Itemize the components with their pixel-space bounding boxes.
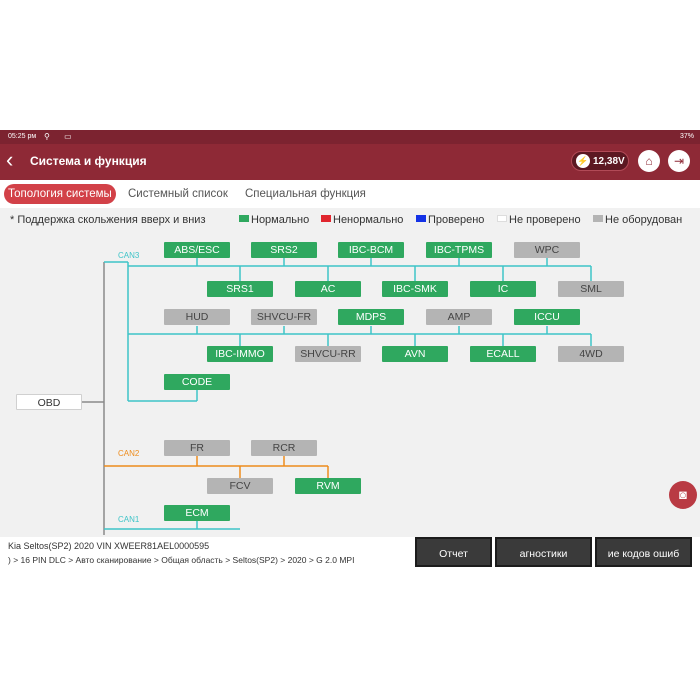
module-code[interactable]: CODE xyxy=(164,374,230,390)
report-button[interactable]: Отчет xyxy=(415,537,492,567)
can2-label: CAN2 xyxy=(118,449,140,458)
can3-label: CAN3 xyxy=(118,251,140,260)
module-amp[interactable]: AMP xyxy=(426,309,492,325)
module-ac[interactable]: AC xyxy=(295,281,361,297)
camera-icon: ◙ xyxy=(679,487,687,502)
module-srs1[interactable]: SRS1 xyxy=(207,281,273,297)
module-ibc-tpms[interactable]: IBC-TPMS xyxy=(426,242,492,258)
module-ecall[interactable]: ECALL xyxy=(470,346,536,362)
module-rcr[interactable]: RCR xyxy=(251,440,317,456)
module-srs2[interactable]: SRS2 xyxy=(251,242,317,258)
module-wpc[interactable]: WPC xyxy=(514,242,580,258)
module-avn[interactable]: AVN xyxy=(382,346,448,362)
diagnostics-button[interactable]: агностики xyxy=(495,537,592,567)
bottom-bar: Kia Seltos(SP2) 2020 VIN XWEER81AEL00005… xyxy=(0,537,700,570)
app-screen: 05:25 рм ⚲ ▭ 37% ‹ Система и функция ⚡ 1… xyxy=(0,130,700,570)
module-obd[interactable]: OBD xyxy=(16,394,82,410)
module-hud[interactable]: HUD xyxy=(164,309,230,325)
module-ibc-immo[interactable]: IBC-IMMO xyxy=(207,346,273,362)
module-rvm[interactable]: RVM xyxy=(295,478,361,494)
can1-label: CAN1 xyxy=(118,515,140,524)
breadcrumb: ) > 16 PIN DLC > Авто сканирование > Общ… xyxy=(8,555,355,565)
module-fr[interactable]: FR xyxy=(164,440,230,456)
module-sml[interactable]: SML xyxy=(558,281,624,297)
module-4wd[interactable]: 4WD xyxy=(558,346,624,362)
module-fcv[interactable]: FCV xyxy=(207,478,273,494)
module-shvcu-rr[interactable]: SHVCU-RR xyxy=(295,346,361,362)
module-mdps[interactable]: MDPS xyxy=(338,309,404,325)
module-iccu[interactable]: ICCU xyxy=(514,309,580,325)
module-ic[interactable]: IC xyxy=(470,281,536,297)
clear-codes-button[interactable]: ие кодов ошиб xyxy=(595,537,692,567)
module-ibc-smk[interactable]: IBC-SMK xyxy=(382,281,448,297)
vehicle-info: Kia Seltos(SP2) 2020 VIN XWEER81AEL00005… xyxy=(8,541,210,551)
module-abs-esc[interactable]: ABS/ESC xyxy=(164,242,230,258)
module-ibc-bcm[interactable]: IBC-BCM xyxy=(338,242,404,258)
module-shvcu-fr[interactable]: SHVCU-FR xyxy=(251,309,317,325)
screenshot-button[interactable]: ◙ xyxy=(669,481,697,509)
module-ecm[interactable]: ECM xyxy=(164,505,230,521)
